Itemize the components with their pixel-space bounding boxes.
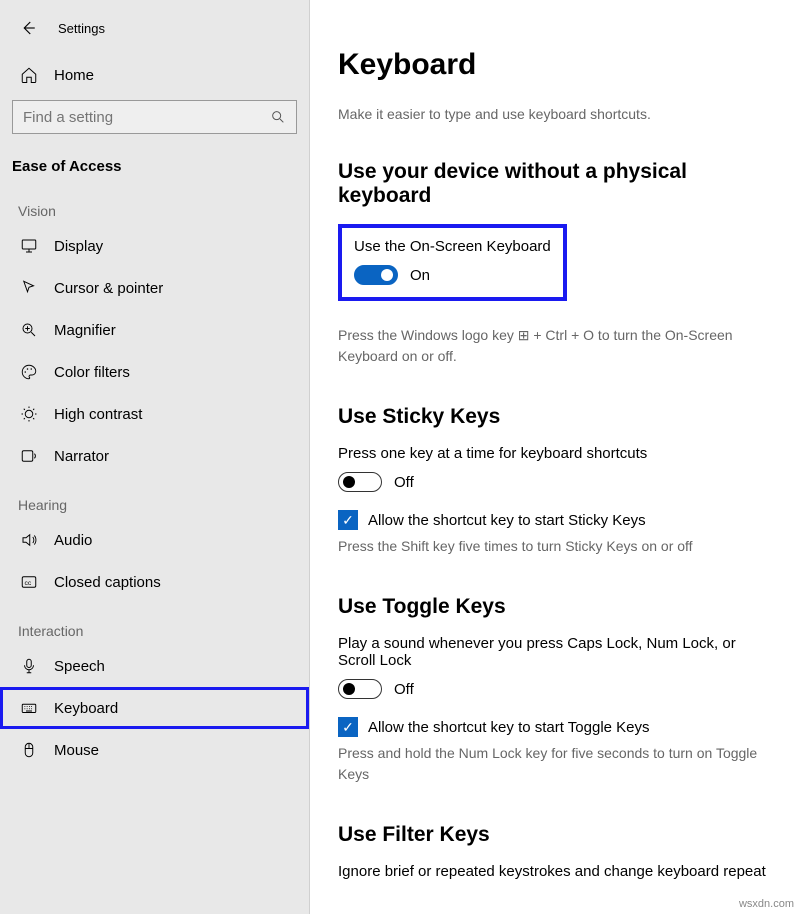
category-hearing: Hearing xyxy=(0,477,309,519)
sidebar-item-label: High contrast xyxy=(54,406,142,423)
magnifier-icon xyxy=(18,321,40,339)
mouse-icon xyxy=(18,741,40,759)
sidebar-item-speech[interactable]: Speech xyxy=(0,645,309,687)
onscreen-highlight: Use the On-Screen Keyboard On xyxy=(338,224,567,301)
sidebar-item-highcontrast[interactable]: High contrast xyxy=(0,393,309,435)
sidebar-item-label: Cursor & pointer xyxy=(54,280,163,297)
contrast-icon xyxy=(18,405,40,423)
search-box[interactable] xyxy=(12,100,297,134)
cc-icon: cc xyxy=(18,573,40,591)
sidebar-item-label: Keyboard xyxy=(54,700,118,717)
sticky-checkbox[interactable]: ✓ xyxy=(338,510,358,530)
sidebar-item-label: Narrator xyxy=(54,448,109,465)
sticky-state: Off xyxy=(394,474,414,491)
category-interaction: Interaction xyxy=(0,603,309,645)
sidebar-item-colorfilters[interactable]: Color filters xyxy=(0,351,309,393)
sidebar-item-cursor[interactable]: Cursor & pointer xyxy=(0,267,309,309)
sticky-toggle[interactable] xyxy=(338,472,382,492)
sidebar-item-closedcaptions[interactable]: cc Closed captions xyxy=(0,561,309,603)
sticky-label: Press one key at a time for keyboard sho… xyxy=(338,445,772,462)
sidebar-item-label: Closed captions xyxy=(54,574,161,591)
toggle-label: Play a sound whenever you press Caps Loc… xyxy=(338,635,772,669)
home-link[interactable]: Home xyxy=(0,56,309,94)
onscreen-label: Use the On-Screen Keyboard xyxy=(354,238,551,255)
narrator-icon xyxy=(18,447,40,465)
toggle-hint: Press and hold the Num Lock key for five… xyxy=(338,743,772,785)
palette-icon xyxy=(18,363,40,381)
sidebar-item-keyboard[interactable]: Keyboard xyxy=(0,687,309,729)
home-label: Home xyxy=(54,67,94,84)
section-title: Ease of Access xyxy=(0,146,309,183)
toggle-checkbox[interactable]: ✓ xyxy=(338,717,358,737)
sidebar: Settings Home Ease of Access Vision Disp… xyxy=(0,0,310,914)
content-pane: Keyboard Make it easier to type and use … xyxy=(310,0,800,914)
togglekeys-toggle[interactable] xyxy=(338,679,382,699)
filter-heading: Use Filter Keys xyxy=(338,823,772,847)
arrow-left-icon xyxy=(19,19,37,37)
svg-text:cc: cc xyxy=(25,580,32,587)
category-vision: Vision xyxy=(0,183,309,225)
sticky-heading: Use Sticky Keys xyxy=(338,405,772,429)
monitor-icon xyxy=(18,237,40,255)
sidebar-item-mouse[interactable]: Mouse xyxy=(0,729,309,771)
sidebar-item-magnifier[interactable]: Magnifier xyxy=(0,309,309,351)
sticky-check-label: Allow the shortcut key to start Sticky K… xyxy=(368,512,646,529)
page-title: Keyboard xyxy=(338,48,772,82)
onscreen-heading: Use your device without a physical keybo… xyxy=(338,160,772,208)
sidebar-item-display[interactable]: Display xyxy=(0,225,309,267)
sidebar-item-label: Speech xyxy=(54,658,105,675)
onscreen-state: On xyxy=(410,267,430,284)
sidebar-item-narrator[interactable]: Narrator xyxy=(0,435,309,477)
toggle-heading: Use Toggle Keys xyxy=(338,595,772,619)
onscreen-toggle[interactable] xyxy=(354,265,398,285)
audio-icon xyxy=(18,531,40,549)
sticky-hint: Press the Shift key five times to turn S… xyxy=(338,536,772,557)
mic-icon xyxy=(18,657,40,675)
sidebar-item-audio[interactable]: Audio xyxy=(0,519,309,561)
sidebar-item-label: Mouse xyxy=(54,742,99,759)
back-button[interactable] xyxy=(14,14,42,42)
cursor-icon xyxy=(18,279,40,297)
toggle-check-label: Allow the shortcut key to start Toggle K… xyxy=(368,719,650,736)
search-input[interactable] xyxy=(23,109,286,126)
page-subtitle: Make it easier to type and use keyboard … xyxy=(338,106,772,122)
sidebar-item-label: Color filters xyxy=(54,364,130,381)
sidebar-item-label: Display xyxy=(54,238,103,255)
toggle-state: Off xyxy=(394,681,414,698)
sidebar-item-label: Magnifier xyxy=(54,322,116,339)
onscreen-hint: Press the Windows logo key ⊞ + Ctrl + O … xyxy=(338,325,772,367)
search-icon xyxy=(270,109,286,125)
sidebar-item-label: Audio xyxy=(54,532,92,549)
keyboard-icon xyxy=(18,699,40,717)
app-title: Settings xyxy=(58,21,105,36)
watermark: wsxdn.com xyxy=(739,898,794,910)
filter-label: Ignore brief or repeated keystrokes and … xyxy=(338,863,772,880)
home-icon xyxy=(18,66,40,84)
